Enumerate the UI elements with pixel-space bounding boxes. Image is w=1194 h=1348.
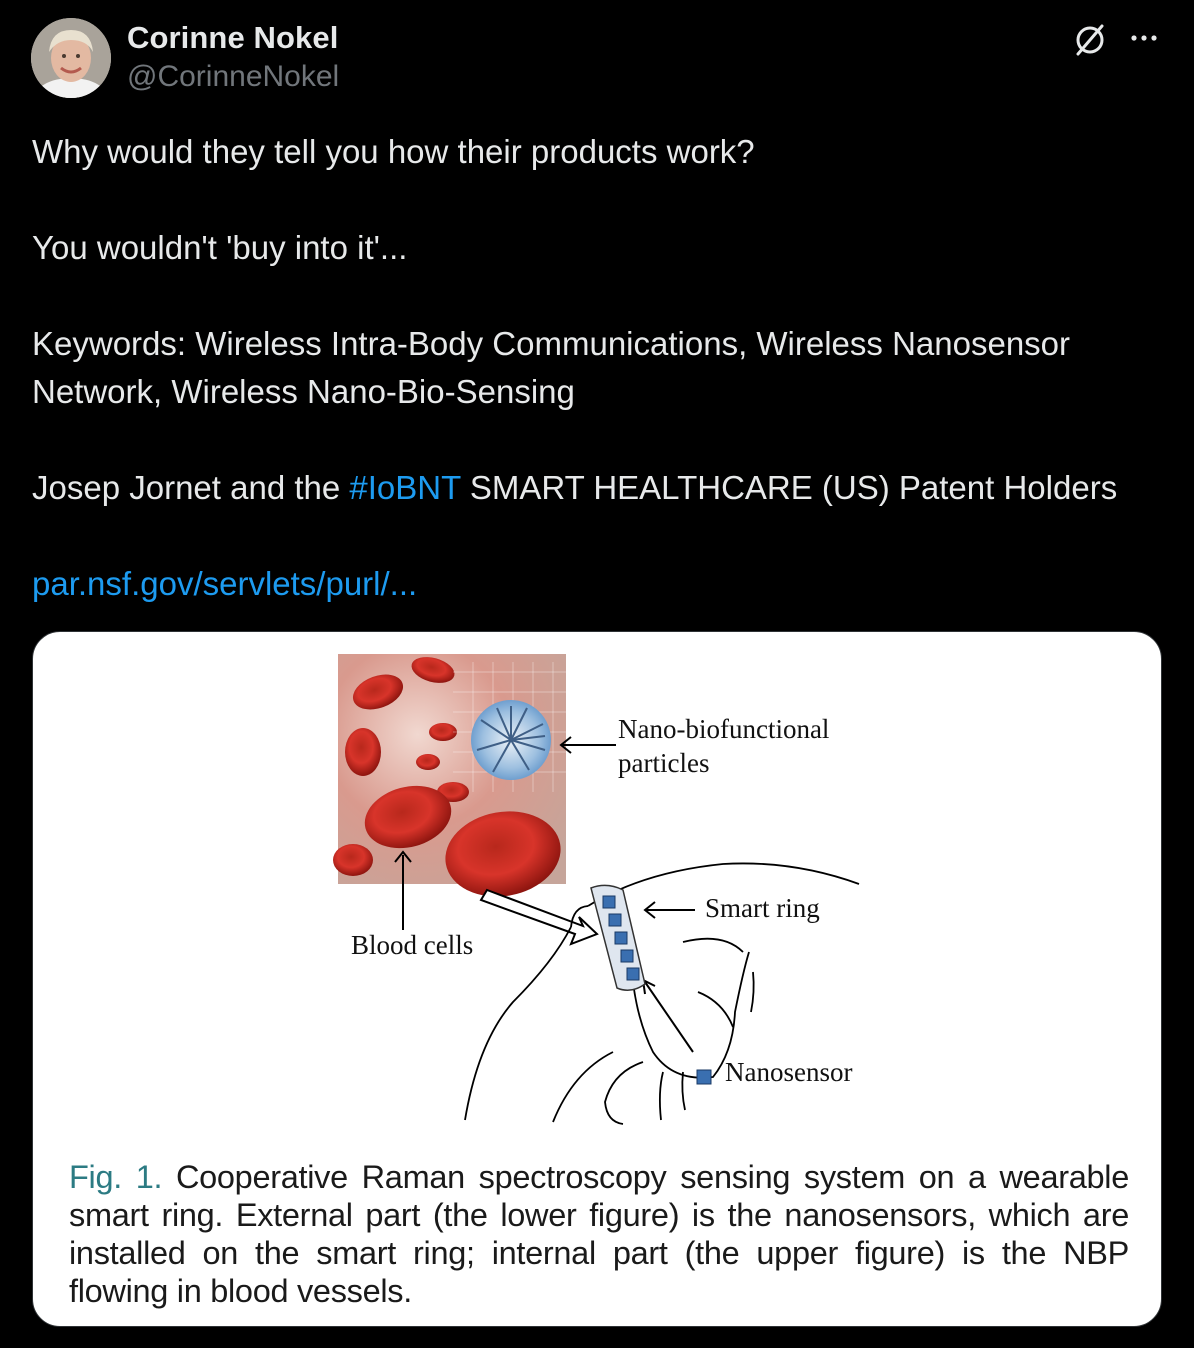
label-nbp-line-1: Nano-biofunctional bbox=[618, 714, 830, 744]
tweet-line-2: You wouldn't 'buy into it'... bbox=[32, 229, 408, 266]
author-handle[interactable]: @CorinneNokel bbox=[127, 60, 339, 94]
media-card[interactable]: Nano-biofunctional particles Smart ring … bbox=[32, 631, 1162, 1327]
author-name[interactable]: Corinne Nokel bbox=[127, 20, 338, 56]
caption-text: Cooperative Raman spectroscopy sensing s… bbox=[69, 1159, 1129, 1309]
more-icon[interactable] bbox=[1126, 26, 1162, 50]
hashtag-iobnt[interactable]: #IoBNT bbox=[349, 469, 460, 506]
tweet-line-4-prefix: Josep Jornet and the bbox=[32, 469, 350, 506]
hollow-arrow bbox=[479, 888, 599, 946]
label-smart-ring: Smart ring bbox=[705, 893, 820, 923]
blood-vessel-image bbox=[333, 654, 566, 897]
figure-illustration bbox=[333, 654, 860, 1125]
label-blood-cells: Blood cells bbox=[351, 930, 474, 960]
nanosensor-icon bbox=[696, 1069, 712, 1085]
label-nanosensor: Nanosensor bbox=[725, 1057, 853, 1087]
label-nbp-line-2: particles bbox=[618, 748, 710, 778]
caption-fig-label: Fig. 1. bbox=[69, 1159, 163, 1195]
smart-ring bbox=[590, 884, 646, 991]
tweet-keywords-line-2: Network, Wireless Nano-Bio-Sensing bbox=[32, 373, 575, 410]
tweet-text: Why would they tell you how their produc… bbox=[32, 128, 1172, 608]
tweet-line-1: Why would they tell you how their produc… bbox=[32, 133, 755, 170]
avatar-image bbox=[31, 18, 111, 98]
tweet-keywords-line-1: Keywords: Wireless Intra-Body Communicat… bbox=[32, 325, 1071, 362]
tweet-link[interactable]: par.nsf.gov/servlets/purl/... bbox=[32, 565, 417, 602]
avatar[interactable] bbox=[31, 18, 111, 98]
grok-icon[interactable] bbox=[1072, 22, 1108, 58]
figure-caption: Fig. 1. Cooperative Raman spectroscopy s… bbox=[69, 1158, 1129, 1310]
tweet-link-line: par.nsf.gov/servlets/purl/... bbox=[32, 560, 1172, 608]
tweet-line-4-suffix: SMART HEALTHCARE (US) Patent Holders bbox=[460, 469, 1118, 506]
tweet-line-4: Josep Jornet and the #IoBNT SMART HEALTH… bbox=[32, 464, 1172, 512]
